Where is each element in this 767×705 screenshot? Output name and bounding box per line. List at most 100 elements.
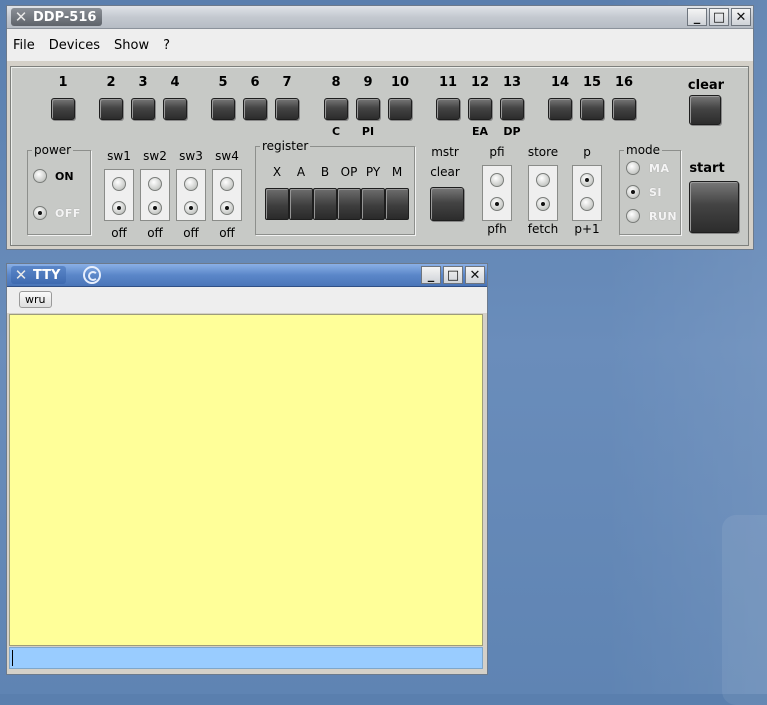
sw4-up-radio[interactable]	[220, 177, 234, 191]
key-label-7: 7	[282, 75, 292, 90]
sense-key-16[interactable]	[612, 98, 636, 120]
sw4-label: sw4	[215, 149, 239, 163]
sense-key-8[interactable]	[324, 98, 348, 120]
clear-button[interactable]	[689, 95, 721, 125]
mode-si-radio[interactable]	[626, 185, 640, 199]
sense-key-2[interactable]	[99, 98, 123, 120]
sense-key-6[interactable]	[243, 98, 267, 120]
minimize-button[interactable]: _	[687, 8, 707, 26]
key-label-6: 6	[250, 75, 260, 90]
sense-key-4[interactable]	[163, 98, 187, 120]
register-b-key[interactable]	[313, 188, 337, 220]
key-label-11: 11	[438, 75, 458, 90]
register-label-b: B	[320, 165, 330, 179]
key-label-15: 15	[582, 75, 602, 90]
window-title: DDP-516	[33, 9, 97, 25]
sense-key-13[interactable]	[500, 98, 524, 120]
sw1-down-radio[interactable]	[112, 201, 126, 215]
key-label-3: 3	[138, 75, 148, 90]
key-label-1: 1	[58, 75, 68, 90]
menu-devices[interactable]: Devices	[49, 38, 100, 53]
register-m-key[interactable]	[385, 188, 409, 220]
sw3-up-radio[interactable]	[184, 177, 198, 191]
p-plus-1-radio[interactable]	[580, 197, 594, 211]
window-tab[interactable]: ✕ DDP-516	[11, 8, 103, 26]
sw1-label: sw1	[107, 149, 131, 163]
close-button[interactable]: ✕	[731, 8, 751, 26]
key-label-9: 9	[363, 75, 373, 90]
sense-key-12[interactable]	[468, 98, 492, 120]
mode-si-label: SI	[649, 186, 663, 199]
menu-show[interactable]: Show	[114, 38, 149, 53]
store-label: store	[527, 145, 559, 159]
register-py-key[interactable]	[361, 188, 385, 220]
p-plus-1-label: p+1	[574, 222, 600, 236]
tty-input[interactable]	[9, 647, 483, 669]
window-tab[interactable]: ✕ TTY	[11, 266, 67, 284]
power-on-label: ON	[55, 170, 74, 183]
mstr-label: mstr	[431, 145, 459, 159]
minimize-button[interactable]: _	[421, 266, 441, 284]
key-label-12: 12	[470, 75, 490, 90]
sw2-down-radio[interactable]	[148, 201, 162, 215]
p-radio[interactable]	[580, 173, 594, 187]
mode-run-radio[interactable]	[626, 209, 640, 223]
sw3-state: off	[183, 226, 199, 240]
sense-key-1[interactable]	[51, 98, 75, 120]
key-sublabel-pi: PI	[361, 125, 375, 138]
tty-window: ✕ TTY _ □ ✕ wru	[7, 264, 487, 674]
sw1-up-radio[interactable]	[112, 177, 126, 191]
wru-button[interactable]: wru	[19, 291, 52, 308]
pfi-radio[interactable]	[490, 173, 504, 187]
pfi-label: pfi	[489, 145, 505, 159]
sw2-up-radio[interactable]	[148, 177, 162, 191]
sw3-label: sw3	[179, 149, 203, 163]
key-label-2: 2	[106, 75, 116, 90]
menu-bar: File Devices Show ?	[7, 29, 753, 61]
master-clear-button[interactable]	[430, 187, 464, 221]
menu-help[interactable]: ?	[163, 38, 170, 53]
key-sublabel-ea: EA	[471, 125, 489, 138]
power-legend: power	[34, 143, 72, 157]
register-x-key[interactable]	[265, 188, 289, 220]
sw4-state: off	[219, 226, 235, 240]
mstr-clear-label: clear	[430, 165, 460, 179]
register-label-op: OP	[340, 165, 358, 179]
register-label-x: X	[272, 165, 282, 179]
title-bar[interactable]: ✕ DDP-516 _ □ ✕	[7, 6, 753, 29]
register-a-key[interactable]	[289, 188, 313, 220]
sw2-state: off	[147, 226, 163, 240]
sw4-down-radio[interactable]	[220, 201, 234, 215]
app-icon: ✕	[14, 266, 28, 284]
title-bar[interactable]: ✕ TTY _ □ ✕	[7, 264, 487, 287]
sense-key-11[interactable]	[436, 98, 460, 120]
sense-key-7[interactable]	[275, 98, 299, 120]
fetch-radio[interactable]	[536, 197, 550, 211]
window-title: TTY	[33, 267, 61, 283]
register-op-key[interactable]	[337, 188, 361, 220]
store-radio[interactable]	[536, 173, 550, 187]
power-on-radio[interactable]	[33, 169, 47, 183]
start-button[interactable]	[689, 181, 739, 233]
sense-key-15[interactable]	[580, 98, 604, 120]
sense-key-3[interactable]	[131, 98, 155, 120]
sense-key-10[interactable]	[388, 98, 412, 120]
menu-file[interactable]: File	[13, 38, 35, 53]
power-off-radio[interactable]	[33, 206, 47, 220]
mode-ma-radio[interactable]	[626, 161, 640, 175]
sense-key-9[interactable]	[356, 98, 380, 120]
pfh-radio[interactable]	[490, 197, 504, 211]
app-icon: ✕	[14, 8, 28, 26]
maximize-button[interactable]: □	[709, 8, 729, 26]
register-label-a: A	[296, 165, 306, 179]
start-label: start	[689, 161, 725, 176]
register-group: register	[255, 139, 415, 235]
sw3-down-radio[interactable]	[184, 201, 198, 215]
close-button[interactable]: ✕	[465, 266, 485, 284]
spiral-icon	[83, 266, 101, 284]
mode-ma-label: MA	[649, 162, 670, 175]
sense-key-5[interactable]	[211, 98, 235, 120]
tty-output[interactable]	[9, 314, 483, 646]
sense-key-14[interactable]	[548, 98, 572, 120]
maximize-button[interactable]: □	[443, 266, 463, 284]
